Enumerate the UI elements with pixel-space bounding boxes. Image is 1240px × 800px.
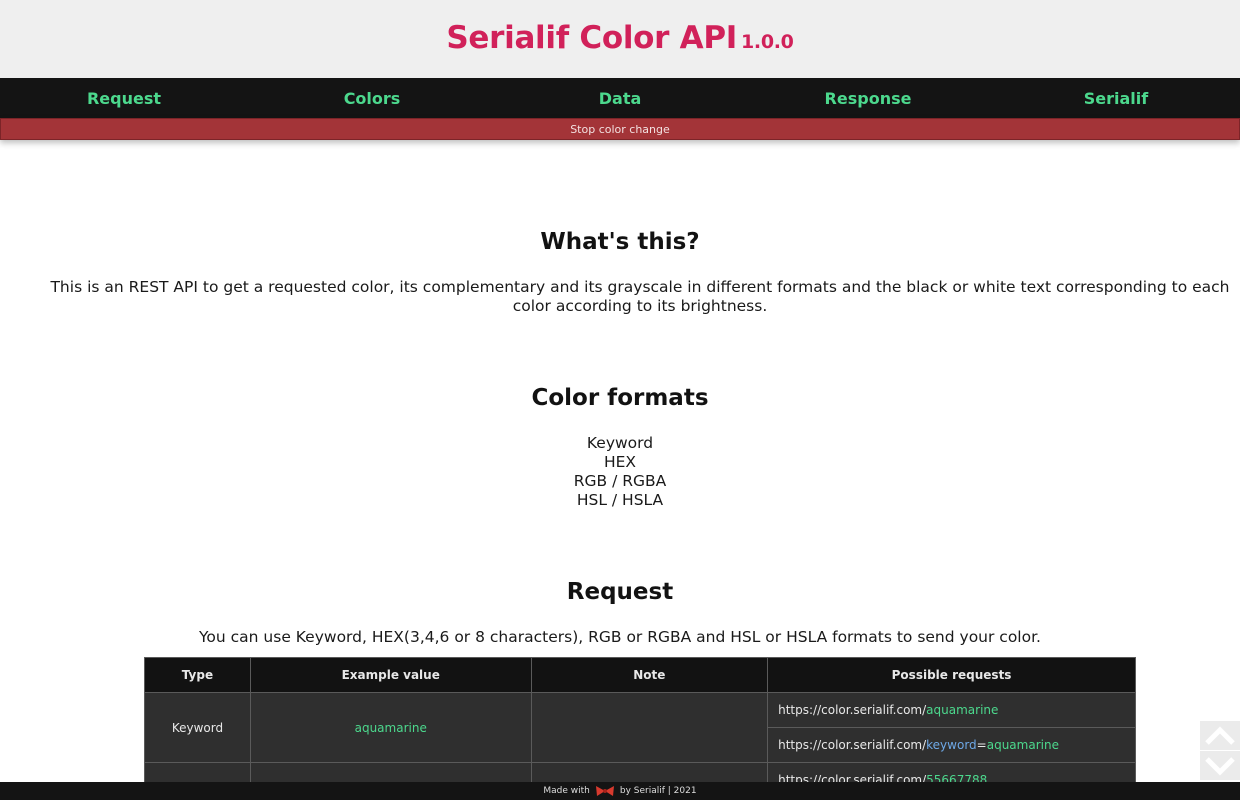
row-type: Keyword (144, 692, 251, 763)
nav-request[interactable]: Request (0, 78, 248, 118)
page-footer: Made with by Serialif | 2021 (0, 782, 1240, 800)
col-note: Note (530, 657, 769, 693)
request-title: Request (566, 579, 674, 605)
request-url-value: aquamarine (986, 738, 1059, 752)
app-title: Serialif Color API 1.0.0 (446, 20, 794, 56)
nav-serialif[interactable]: Serialif (992, 78, 1240, 118)
table-row: Keyword aquamarine https://color.seriali… (144, 692, 1136, 763)
scroll-up-button[interactable] (1200, 721, 1240, 750)
request-url-value: aquamarine (926, 703, 999, 717)
format-keyword: Keyword (586, 434, 654, 452)
request-url-sep: = (976, 738, 987, 752)
col-possible-requests: Possible requests (767, 657, 1136, 693)
footer-by[interactable]: by Serialif | 2021 (620, 786, 697, 796)
stop-color-change-button[interactable]: Stop color change (0, 118, 1240, 140)
request-table: Type Example value Note Possible request… (144, 657, 1136, 798)
request-url-base: https://color.serialif.com/ (778, 738, 927, 752)
col-type: Type (144, 657, 251, 693)
nav-colors[interactable]: Colors (248, 78, 496, 118)
footer-made-with: Made with (543, 786, 590, 796)
format-hsl: HSL / HSLA (576, 491, 664, 509)
row-note (530, 692, 769, 763)
color-formats-title: Color formats (531, 385, 709, 411)
nav-response[interactable]: Response (744, 78, 992, 118)
row-example: aquamarine (249, 692, 532, 763)
chevron-down-icon (1205, 756, 1235, 776)
main-nav: Request Colors Data Response Serialif (0, 78, 1240, 118)
request-url-param: keyword (926, 738, 977, 752)
nav-data[interactable]: Data (496, 78, 744, 118)
format-rgb: RGB / RGBA (573, 472, 667, 490)
chevron-up-icon (1205, 725, 1235, 745)
whats-this-text: This is an REST API to get a requested c… (50, 278, 1230, 315)
request-url[interactable]: https://color.serialif.com/aquamarine (767, 692, 1136, 728)
app-title-text: Serialif Color API (446, 20, 737, 56)
request-url[interactable]: https://color.serialif.com/keyword=aquam… (767, 727, 1136, 763)
scroll-down-button[interactable] (1200, 751, 1240, 780)
bow-icon (595, 786, 614, 796)
request-url-base: https://color.serialif.com/ (778, 703, 927, 717)
table-header-row: Type Example value Note Possible request… (144, 657, 1136, 693)
color-formats-list: Keyword HEX RGB / RGBA HSL / HSLA (0, 434, 1240, 510)
request-text: You can use Keyword, HEX(3,4,6 or 8 char… (199, 628, 1041, 646)
col-example-value: Example value (249, 657, 532, 693)
whats-this-title: What's this? (540, 229, 700, 255)
page-header: Serialif Color API 1.0.0 (0, 0, 1240, 78)
app-version: 1.0.0 (741, 31, 794, 53)
format-hex: HEX (603, 453, 637, 471)
